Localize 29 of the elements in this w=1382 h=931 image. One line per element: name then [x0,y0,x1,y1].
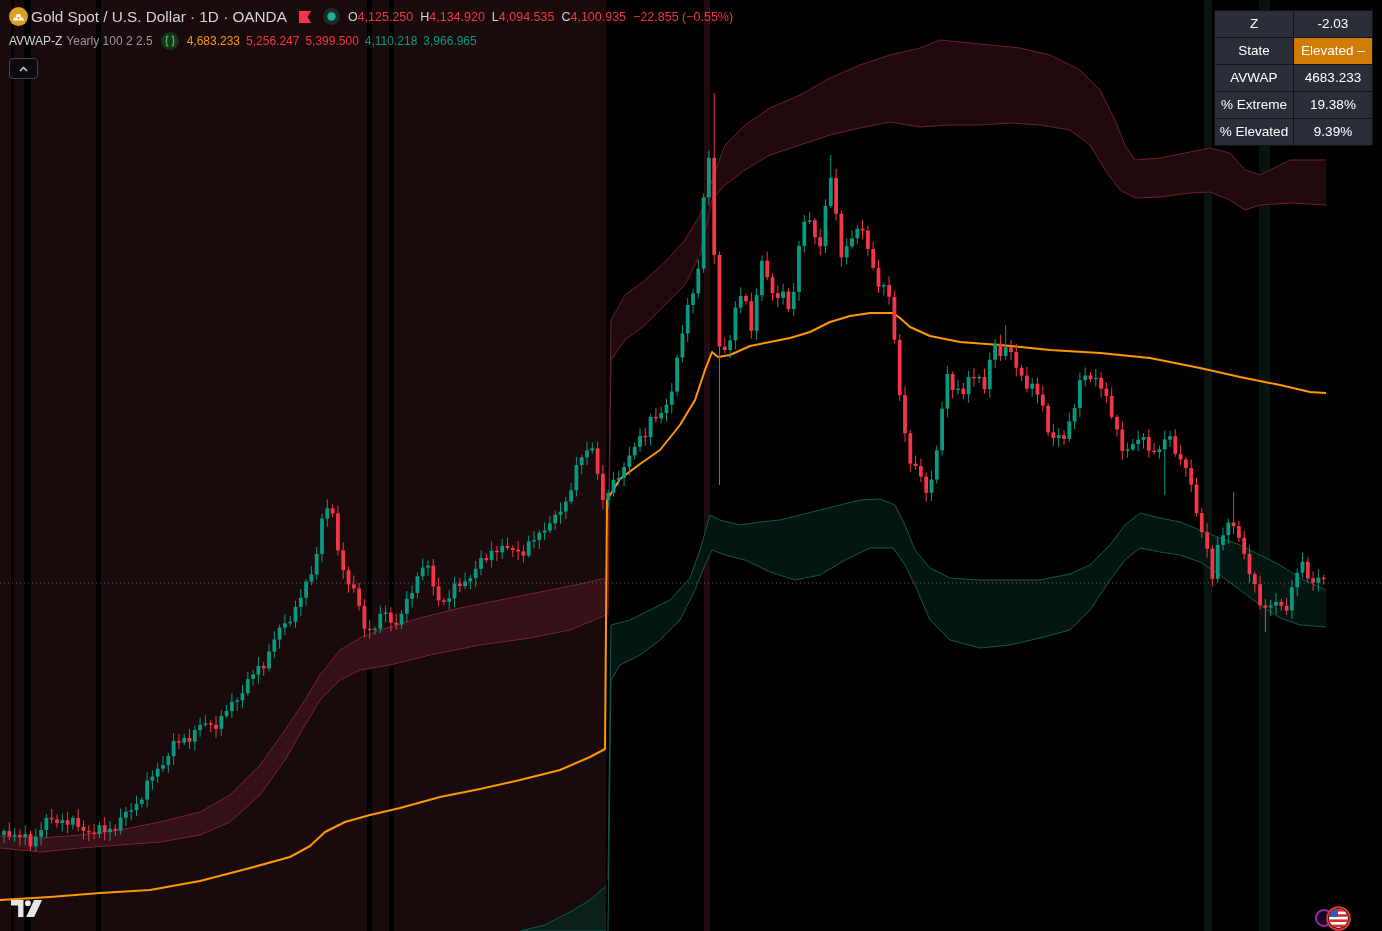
ohlc-value: C4,100.935 [561,8,627,25]
indicator-value: 5,256.247 [246,33,300,49]
indicator-value: 4,683.233 [186,33,241,49]
indicator-value: 4,110.218 [364,33,418,49]
stat-label: % Elevated [1214,118,1294,146]
symbol-title[interactable]: Gold Spot / U.S. Dollar · 1D · OANDA [31,7,287,26]
stat-value: 4683.233 [1293,64,1373,92]
braces-icon[interactable] [160,32,179,50]
caret-up-icon [19,65,28,72]
stat-label: State [1214,37,1294,65]
stat-value: 9.39% [1293,118,1373,146]
ohlc-value: O4,125.250 [347,8,414,25]
stat-value: -2.03 [1293,10,1373,38]
indicator-value: 5,399.500 [305,33,359,49]
price-change: −22.855 (−0.55%) [633,8,734,25]
stat-label: Z [1214,10,1294,38]
indicator-value: 3,966.965 [423,33,477,49]
stat-value: Elevated – [1293,37,1373,65]
stat-label: % Extreme [1214,91,1294,119]
ohlc-value: H4,134.920 [420,8,485,25]
ingots-icon [9,7,28,26]
ohlc-value: L4,094.535 [491,8,555,25]
stat-label: AVWAP [1214,64,1294,92]
collapse-button[interactable] [9,58,38,79]
stat-value: 19.38% [1293,91,1373,119]
logo-icon[interactable] [11,900,43,917]
indicator-params: Yearly 100 2 2.5 [66,33,153,49]
flag-icon[interactable] [298,10,311,23]
indicator-name[interactable]: AVWAP-Z [9,33,63,49]
